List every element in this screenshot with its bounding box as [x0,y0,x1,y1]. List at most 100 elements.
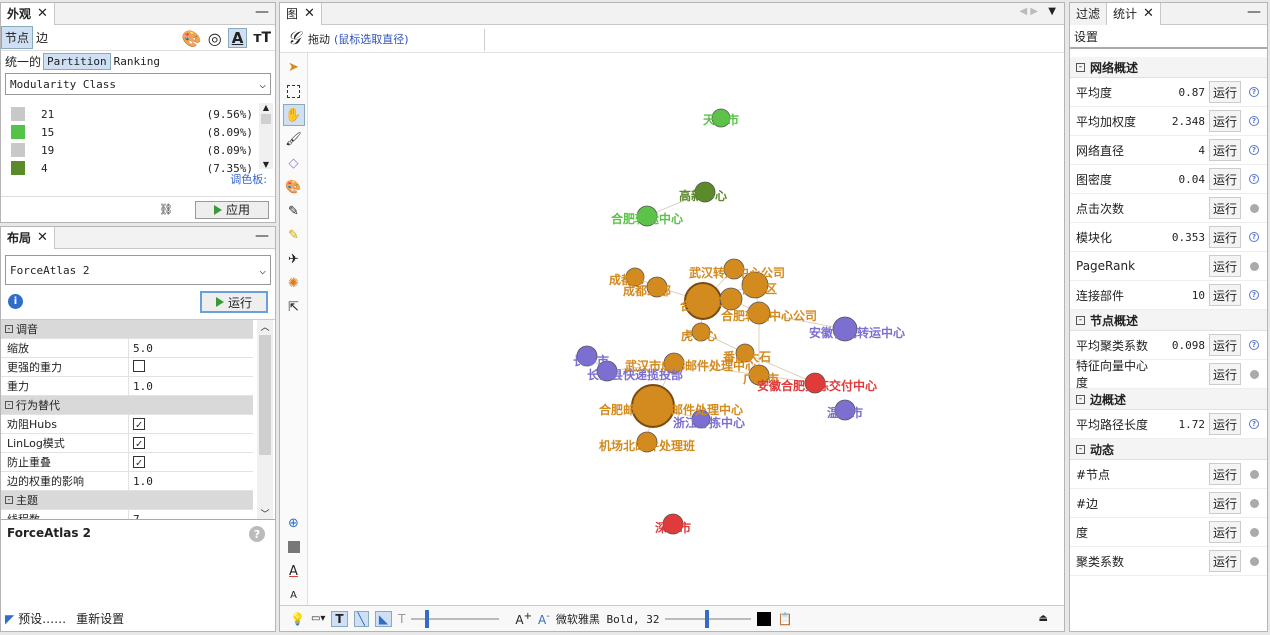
statistic-run-button[interactable]: 运行 [1209,334,1241,356]
scroll-thumb[interactable] [259,335,271,455]
statistic-run-button[interactable]: 运行 [1209,413,1241,435]
clipboard-icon[interactable]: 📋 [777,612,792,626]
tab-filter[interactable]: 过滤 [1070,2,1108,25]
property-value[interactable]: ✓ [129,437,253,450]
statistic-report-icon[interactable]: ? [1241,340,1267,350]
property-value[interactable] [129,359,253,375]
statistic-run-button[interactable]: 运行 [1209,521,1241,543]
partition-color-swatch[interactable] [11,143,25,157]
property-category[interactable]: - 调音 [1,320,253,339]
eject-icon[interactable]: ⏏ [1039,613,1048,624]
collapse-icon[interactable]: - [5,401,13,409]
statistic-report-icon[interactable]: ? [1241,116,1267,126]
partition-color-swatch[interactable] [11,161,25,175]
statistic-settings-icon[interactable] [1241,469,1267,479]
partition-color-swatch[interactable] [11,125,25,139]
tab-appearance[interactable]: 外观 ✕ [1,2,55,25]
scroll-down-icon[interactable]: ▼ [259,160,273,169]
mode-tab-ranking[interactable]: Ranking [111,55,163,68]
settings-row[interactable]: 设置 [1070,25,1267,49]
stats-section-header[interactable]: - 网络概述 [1070,57,1267,78]
minimize-icon[interactable]: — [255,4,269,20]
close-icon[interactable]: ✕ [37,7,48,20]
collapse-icon[interactable]: - [5,496,13,504]
screenshot-icon[interactable]: ▭▾ [311,613,325,624]
gear-icon[interactable]: ✺ [283,272,305,294]
partition-item[interactable]: 15 (8.09%) [5,123,257,141]
property-category[interactable]: - 主题 [1,491,253,510]
palette-icon[interactable]: 🎨 [182,29,202,48]
font-size-down-icon[interactable]: A- [538,611,550,627]
property-category[interactable]: - 行为替代 [1,396,253,415]
property-value[interactable]: 1.0 [129,475,253,488]
collapse-icon[interactable]: - [1076,444,1085,454]
minimize-icon[interactable]: — [255,228,269,244]
edge-color-icon[interactable]: ◣ [374,610,393,627]
link-icon[interactable]: ⛓ [159,203,173,216]
background-color-icon[interactable] [283,536,305,558]
nav-arrows[interactable]: ◀ ▶ [1019,6,1038,17]
subtab-nodes[interactable]: 节点 [1,26,34,49]
statistic-report-icon[interactable]: ? [1241,174,1267,184]
close-icon[interactable]: ✕ [304,7,315,20]
mode-tab-partition[interactable]: Partition [43,52,111,70]
scroll-up-icon[interactable]: ▲ [259,103,273,112]
statistic-report-icon[interactable]: ? [1241,290,1267,300]
property-checkbox[interactable]: ✓ [133,418,145,430]
partition-item[interactable]: 21 (9.56%) [5,105,257,123]
slider-thumb[interactable] [425,609,430,628]
layout-algorithm-select[interactable]: ForceAtlas 2 ⌵ [5,255,271,285]
statistic-settings-icon[interactable] [1241,556,1267,566]
scroll-up-icon[interactable]: ︿ [257,320,273,333]
tab-statistics[interactable]: 统计 ✕ [1107,2,1161,25]
drag-hand-icon[interactable]: ✋ [282,104,305,126]
property-value[interactable]: 1.0 [129,380,253,393]
property-checkbox[interactable]: ✓ [133,456,145,468]
tab-layout[interactable]: 布局 ✕ [1,226,55,249]
statistic-report-icon[interactable]: ? [1241,419,1267,429]
zoom-icon[interactable]: ⊕ [283,512,305,534]
text-mode-icon[interactable]: T [398,612,405,626]
collapse-icon[interactable]: - [1076,315,1085,325]
attribute-select[interactable]: Modularity Class ⌵ [5,73,271,95]
statistic-settings-icon[interactable] [1241,498,1267,508]
help-icon[interactable]: ? [249,526,265,542]
statistic-report-icon[interactable]: ? [1241,87,1267,97]
menu-down-icon[interactable]: ▼ [1048,6,1056,17]
edge-scale-slider[interactable] [411,609,500,628]
statistic-run-button[interactable]: 运行 [1209,81,1241,103]
stats-section-header[interactable]: - 节点概述 [1070,310,1267,331]
statistic-report-icon[interactable]: ? [1241,145,1267,155]
mode-tab-unique[interactable]: 统一的 [3,53,43,70]
subtab-edges[interactable]: 边 [33,27,51,48]
label-size-slider[interactable] [665,609,752,628]
show-labels-icon[interactable]: T [331,610,348,627]
label-color-icon[interactable]: A [227,28,248,48]
property-value[interactable]: ✓ [129,418,253,431]
partition-item[interactable]: 4 (7.35%) [5,159,257,177]
pencil-icon[interactable]: ✎ [283,200,305,222]
partition-scrollbar[interactable]: ▲ ▼ [259,103,273,169]
run-button[interactable]: 运行 [200,291,268,313]
edge-mode-icon[interactable]: ╲ [353,610,369,627]
property-value[interactable]: ✓ [129,456,253,469]
scroll-down-icon[interactable]: ﹀ [257,507,273,519]
statistic-run-button[interactable]: 运行 [1209,168,1241,190]
rect-select-icon[interactable] [283,80,305,102]
minimize-icon[interactable]: — [1247,4,1261,20]
diamond-icon[interactable]: ◇ [283,152,305,174]
statistic-run-button[interactable]: 运行 [1209,197,1241,219]
font-color-icon[interactable]: A [283,560,305,582]
partition-color-swatch[interactable] [11,107,25,121]
info-icon[interactable]: i [8,294,23,309]
stats-section-header[interactable]: - 边概述 [1070,389,1267,410]
statistic-run-button[interactable]: 运行 [1209,226,1241,248]
edge-pencil-icon[interactable]: ✎ [283,224,305,246]
tab-graph[interactable]: 图 ✕ [280,2,322,25]
property-checkbox[interactable] [133,359,145,372]
statistic-run-button[interactable]: 运行 [1209,363,1241,385]
collapse-icon[interactable]: - [1076,394,1085,404]
collapse-icon[interactable]: - [5,325,13,333]
airplane-icon[interactable]: ✈ [283,248,305,270]
size-icon[interactable]: ◎ [208,29,222,48]
